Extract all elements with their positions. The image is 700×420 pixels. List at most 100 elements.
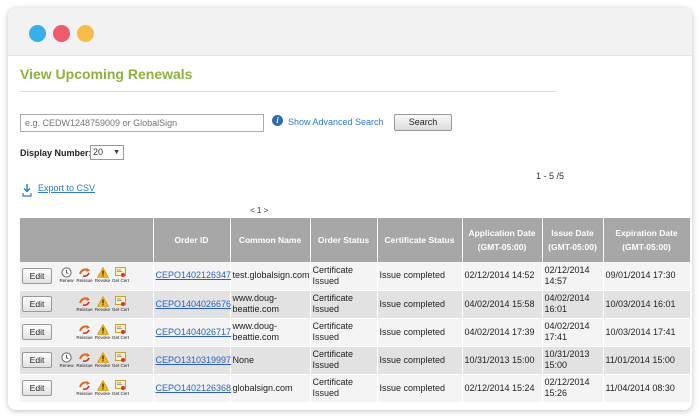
warning-triangle-icon [96,267,109,279]
clock-icon [61,351,72,363]
expiration-date-cell: 10/03/2014 17:41 [603,318,691,347]
expiration-date-cell: 11/04/2014 08:30 [603,374,691,403]
edit-button[interactable]: Edit [22,267,52,284]
get-cert-action[interactable]: Get Cert [112,295,130,313]
actions-cell: Edit Renew Reissue Revoke Get Cert [20,262,154,291]
reissue-action[interactable]: Reissue [76,352,94,369]
search-button[interactable]: Search [394,114,452,131]
reissue-label: Reissue [76,362,93,368]
order-id-link[interactable]: CEPO1404026676 [156,299,232,309]
search-input[interactable] [20,114,264,132]
order-id-cell: CEPO1402126368 [153,374,232,403]
warning-triangle-icon [96,295,109,307]
application-date-cell: 04/02/2014 15:58 [462,290,543,319]
revoke-action[interactable]: Revoke [94,323,112,341]
table-row: Edit Renew Reissue Revoke Get Cert CEPO1… [20,346,691,375]
reissue-arrows-icon [78,296,90,306]
certificate-status-cell: Issue completed [377,346,463,375]
edit-button[interactable]: Edit [22,324,52,340]
warning-triangle-icon [96,323,109,335]
application-date-cell: 10/31/2013 15:00 [462,346,543,375]
reissue-label: Reissue [76,334,93,340]
browser-window: View Upcoming Renewals i Show Advanced S… [8,8,692,410]
renew-label: Renew [59,278,74,284]
header-common-name[interactable]: Common Name [230,218,311,262]
get-cert-action[interactable]: Get Cert [112,323,130,341]
reissue-arrows-icon [78,268,90,278]
get-cert-action[interactable]: Get Cert [112,351,130,369]
revoke-action[interactable]: Revoke [94,295,112,313]
advanced-search-link[interactable]: Show Advanced Search [288,117,384,127]
download-drop-icon[interactable] [22,184,32,197]
renewals-table: Order ID Common Name Order Status Certif… [20,218,691,403]
certificate-icon [115,351,126,362]
header-exp-date-label: Expiration Date [615,228,678,238]
order-id-cell: CEPO1310319997 [153,346,232,375]
window-dot-red[interactable] [53,25,70,42]
display-number-label: Display Number: [20,148,92,158]
renew-label: Renew [59,362,74,368]
header-certificate-status[interactable]: Certificate Status [377,218,463,262]
revoke-action[interactable]: Revoke [94,379,112,397]
header-issue-date[interactable]: Issue Date (GMT-05:00) [542,218,604,262]
certificate-icon [115,323,126,334]
application-date-cell: 02/12/2014 14:52 [462,262,543,291]
renew-action[interactable]: Renew [58,267,76,284]
get-cert-action[interactable]: Get Cert [112,379,130,397]
warning-triangle-icon [96,379,109,391]
page-title: View Upcoming Renewals [20,66,556,92]
header-order-id[interactable]: Order ID [153,218,231,262]
reissue-action[interactable]: Reissue [76,267,94,284]
header-application-date[interactable]: Application Date (GMT-05:00) [462,218,543,262]
revoke-label: Revoke [94,278,111,284]
order-id-link[interactable]: CEPO1402126347 [156,270,232,280]
result-range: 1 - 5 /5 [536,171,565,181]
order-status-cell: Certificate Issued [310,290,378,319]
display-number-select[interactable]: 20 ▼ [90,145,124,160]
order-id-link[interactable]: CEPO1404026717 [156,327,232,337]
edit-button[interactable]: Edit [22,380,52,396]
edit-button[interactable]: Edit [22,352,52,368]
order-id-link[interactable]: CEPO1310319997 [156,355,232,365]
common-name-cell: None [230,346,311,375]
issue-date-cell: 02/12/2014 14:57 [542,262,604,291]
reissue-action[interactable]: Reissue [76,324,94,341]
certificate-status-cell: Issue completed [377,262,463,291]
certificate-status-cell: Issue completed [377,374,463,403]
header-exp-date-tz: (GMT-05:00) [622,242,671,252]
renew-action[interactable]: Renew [58,351,76,369]
reissue-action[interactable]: Reissue [76,380,94,397]
table-row: Edit Renew Reissue Revoke Get Cert CEPO1… [20,262,691,291]
info-icon[interactable]: i [272,115,283,126]
window-titlebar [8,8,692,56]
pagination[interactable]: < 1 > [250,206,268,215]
warning-triangle-icon [96,351,109,363]
window-dot-yellow[interactable] [77,25,94,42]
export-csv-link[interactable]: Export to CSV [38,183,95,193]
order-id-cell: CEPO1404026676 [153,290,232,319]
certificate-icon [115,379,126,390]
certificate-icon [115,295,126,306]
common-name-cell: www.doug-beattie.com [230,290,311,319]
issue-date-cell: 04/02/2014 16:01 [542,290,604,319]
revoke-action[interactable]: Revoke [94,351,112,369]
order-id-link[interactable]: CEPO1402126368 [156,383,232,393]
order-status-cell: Certificate Issued [310,374,378,403]
header-order-status[interactable]: Order Status [310,218,378,262]
actions-cell: Edit Reissue Revoke Get Cert [20,290,154,319]
expiration-date-cell: 09/01/2014 17:30 [603,262,691,291]
get-cert-action[interactable]: Get Cert [112,267,130,284]
get-cert-label: Get Cert [112,306,130,312]
header-expiration-date[interactable]: Expiration Date (GMT-05:00) [603,218,691,262]
header-issue-date-label: Issue Date [551,228,594,238]
reissue-action[interactable]: Reissue [76,296,94,313]
revoke-action[interactable]: Revoke [94,267,112,284]
header-actions [20,218,154,262]
revoke-label: Revoke [94,334,111,340]
get-cert-label: Get Cert [112,362,130,368]
certificate-icon [115,267,126,278]
window-dot-blue[interactable] [29,25,46,42]
actions-cell: Edit Reissue Revoke Get Cert [20,318,154,347]
revoke-label: Revoke [94,306,111,312]
edit-button[interactable]: Edit [22,296,52,312]
